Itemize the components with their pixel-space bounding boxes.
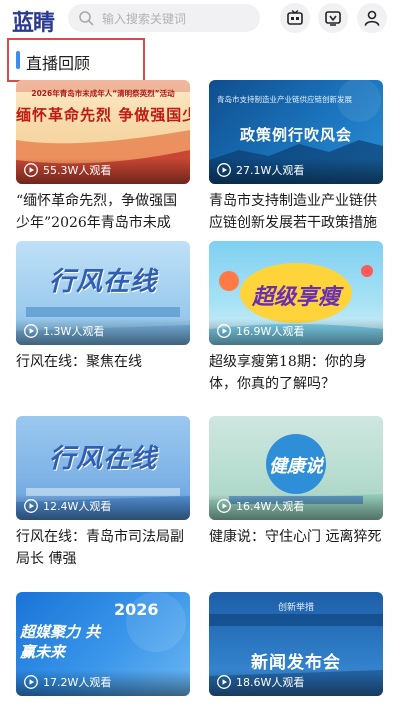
app-logo[interactable]: 蓝睛 xyxy=(12,5,55,37)
play-icon xyxy=(24,675,38,689)
profile-button[interactable] xyxy=(357,3,387,33)
user-icon xyxy=(364,10,380,26)
view-count-text: 16.9W人观看 xyxy=(236,325,305,338)
live-tv-button[interactable] xyxy=(280,3,310,33)
video-thumbnail[interactable]: 创新举措 新闻发布会 18.6W人观看 xyxy=(209,592,383,696)
thumbnail-slogan: 缅怀革命先烈 争做强国少年 xyxy=(16,106,190,124)
video-card[interactable]: 青岛市支持制造业产业链供应链创新发展 政策例行吹风会 27.1W人观看 青岛市支… xyxy=(209,80,383,234)
section-accent-bar xyxy=(16,51,20,69)
video-thumbnail[interactable]: 行风在线 12.4W人观看 xyxy=(16,416,190,520)
view-count-text: 16.4W人观看 xyxy=(236,500,305,513)
video-thumbnail[interactable]: 健康说 16.4W人观看 xyxy=(209,416,383,520)
video-card[interactable]: 2026年青岛市未成年人“清明祭英烈”活动 缅怀革命先烈 争做强国少年 55.3… xyxy=(16,80,190,234)
video-title[interactable]: 超级享瘦第18期：你的身体，你真的了解吗？ xyxy=(209,351,383,395)
view-count: 27.1W人观看 xyxy=(217,162,304,178)
video-thumbnail[interactable]: 2026年青岛市未成年人“清明祭英烈”活动 缅怀革命先烈 争做强国少年 55.3… xyxy=(16,80,190,184)
search-placeholder: 输入搜索关键词 xyxy=(102,12,187,26)
video-thumbnail[interactable]: 行风在线 1.3W人观看 xyxy=(16,241,190,345)
thumbnail-banner: 2026 xyxy=(114,600,159,619)
video-card[interactable]: 创新举措 新闻发布会 18.6W人观看 xyxy=(209,592,383,696)
tv-live-icon xyxy=(287,9,303,25)
video-thumbnail[interactable]: 2026 超媒聚力 共赢未来 17.2W人观看 xyxy=(16,592,190,696)
view-count: 55.3W人观看 xyxy=(24,162,111,178)
view-count: 17.2W人观看 xyxy=(24,674,111,690)
video-card[interactable]: 健康说 16.4W人观看 健康说：守住心门 远离猝死 xyxy=(209,416,383,570)
top-bar: 蓝睛 输入搜索关键词 xyxy=(0,0,400,36)
thumbnail-slogan: 超级享瘦 xyxy=(251,285,340,310)
video-title[interactable]: 行风在线：聚焦在线 xyxy=(16,351,190,395)
thumbnail-banner: 2026年青岛市未成年人“清明祭英烈”活动 xyxy=(31,89,175,98)
play-icon xyxy=(217,499,231,513)
video-card[interactable]: 行风在线 1.3W人观看 行风在线：聚焦在线 xyxy=(16,241,190,395)
video-card[interactable]: 2026 超媒聚力 共赢未来 17.2W人观看 xyxy=(16,592,190,696)
video-title[interactable]: 行风在线：青岛市司法局副局长 傅强 xyxy=(16,526,190,570)
play-icon xyxy=(217,675,231,689)
video-card[interactable]: 行风在线 12.4W人观看 行风在线：青岛市司法局副局长 傅强 xyxy=(16,416,190,570)
view-count-text: 12.4W人观看 xyxy=(43,500,112,513)
play-icon xyxy=(217,324,231,338)
thumbnail-slogan: 健康说 xyxy=(269,456,323,477)
thumbnail-slogan: 政策例行吹风会 xyxy=(239,126,352,144)
view-count-text: 55.3W人观看 xyxy=(43,164,112,177)
video-thumbnail[interactable]: 青岛市支持制造业产业链供应链创新发展 政策例行吹风会 27.1W人观看 xyxy=(209,80,383,184)
video-thumbnail[interactable]: 超级享瘦 16.9W人观看 xyxy=(209,241,383,345)
section-title: 直播回顾 xyxy=(26,54,91,73)
video-card[interactable]: 超级享瘦 16.9W人观看 超级享瘦第18期：你的身体，你真的了解吗？ xyxy=(209,241,383,395)
thumbnail-slogan: 超媒聚力 共赢未来 xyxy=(20,623,101,661)
tv-icon xyxy=(325,11,341,26)
view-count-text: 18.6W人观看 xyxy=(236,676,305,689)
video-title[interactable]: 健康说：守住心门 远离猝死 xyxy=(209,526,383,570)
play-icon xyxy=(24,499,38,513)
play-icon xyxy=(217,163,231,177)
tv-button[interactable] xyxy=(318,3,348,33)
play-icon xyxy=(24,163,38,177)
view-count-text: 1.3W人观看 xyxy=(43,325,105,338)
view-count: 16.9W人观看 xyxy=(217,323,304,339)
view-count-text: 17.2W人观看 xyxy=(43,676,112,689)
thumbnail-banner: 创新举措 xyxy=(277,603,314,613)
view-count: 16.4W人观看 xyxy=(217,498,304,514)
thumbnail-banner: 青岛市支持制造业产业链供应链创新发展 xyxy=(217,95,352,104)
section-header: 直播回顾 xyxy=(7,38,145,82)
video-title[interactable]: “缅怀革命先烈，争做强国少年”2026年青岛市未成年… xyxy=(16,190,190,234)
thumbnail-slogan: 行风在线 xyxy=(48,444,157,474)
video-title[interactable]: 青岛市支持制造业产业链供应链创新发展若干政策措施 xyxy=(209,190,383,234)
view-count: 1.3W人观看 xyxy=(24,323,104,339)
search-icon xyxy=(79,11,94,26)
search-box[interactable]: 输入搜索关键词 xyxy=(68,4,260,32)
view-count: 18.6W人观看 xyxy=(217,674,304,690)
thumbnail-slogan: 行风在线 xyxy=(48,267,157,297)
view-count-text: 27.1W人观看 xyxy=(236,164,305,177)
play-icon xyxy=(24,324,38,338)
view-count: 12.4W人观看 xyxy=(24,498,111,514)
